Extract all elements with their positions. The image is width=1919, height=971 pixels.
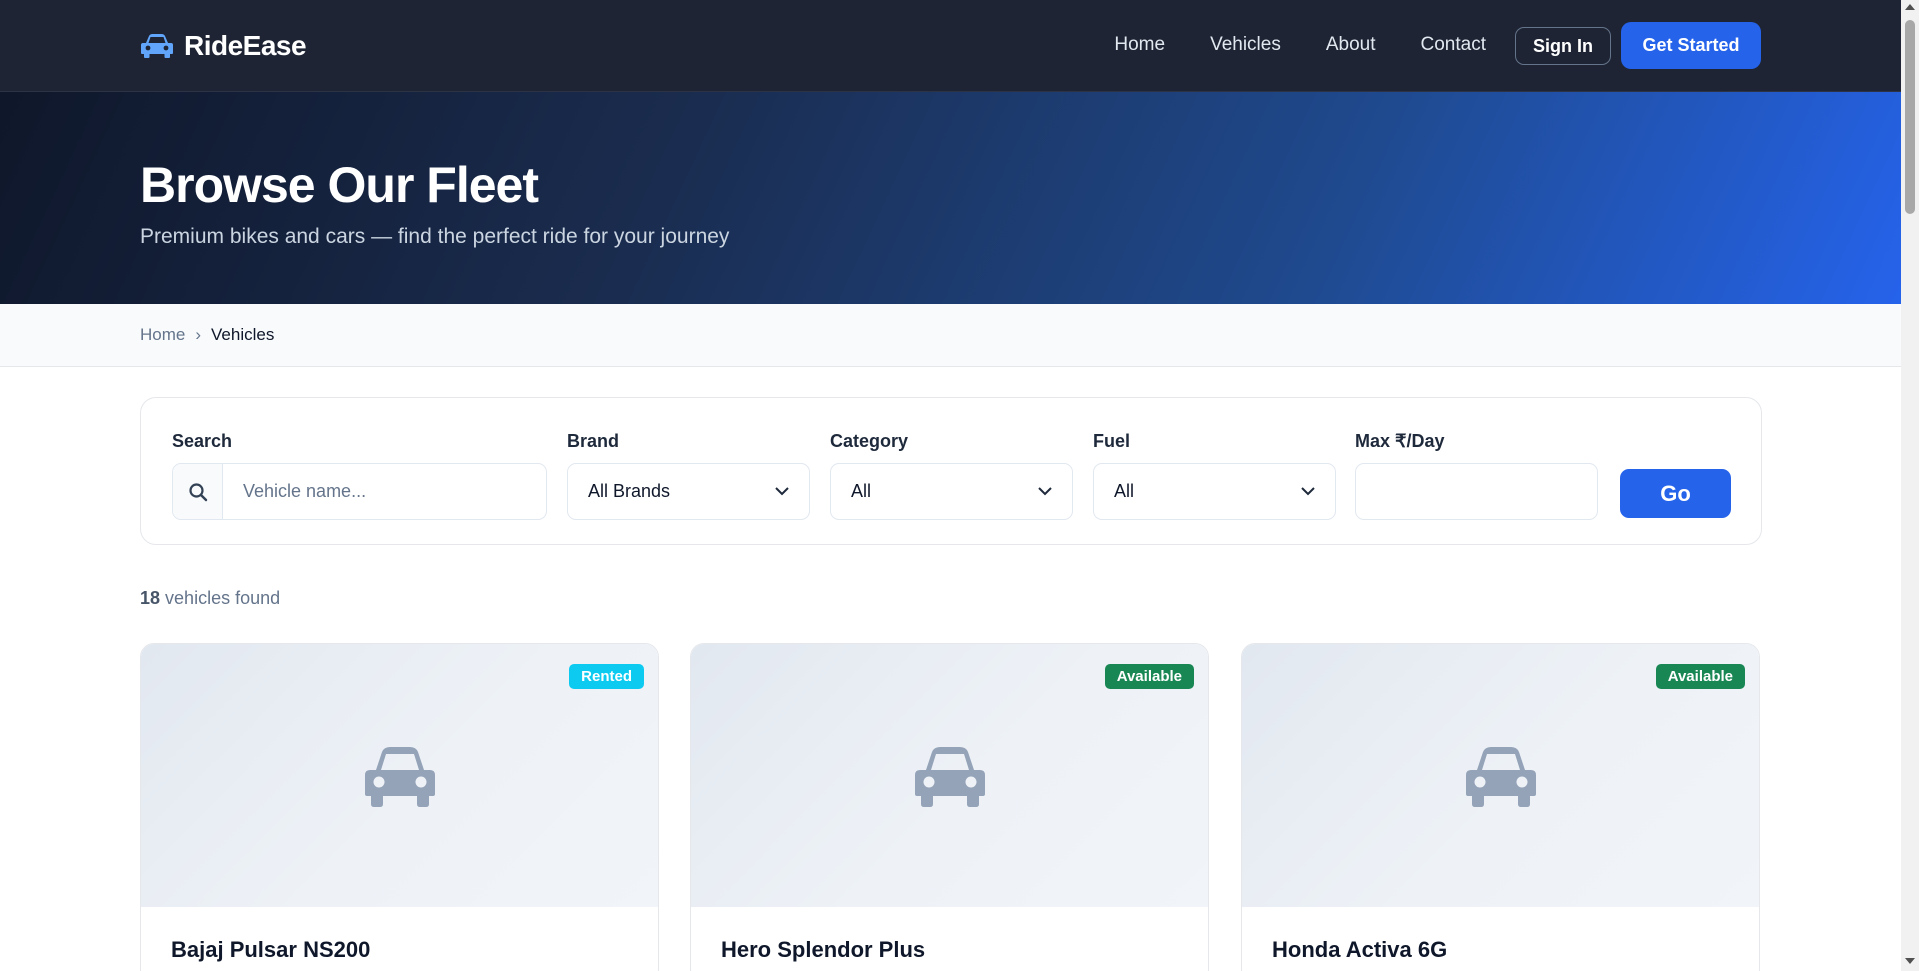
search-icon [188, 482, 207, 501]
scroll-down-arrow-icon[interactable] [1905, 958, 1915, 964]
nav-link-contact[interactable]: Contact [1421, 34, 1486, 56]
vehicle-image-placeholder: Rented [141, 644, 658, 907]
breadcrumb-bar: Home › Vehicles [0, 304, 1901, 367]
hero-banner: Browse Our Fleet Premium bikes and cars … [0, 92, 1901, 304]
chevron-down-icon [1301, 487, 1315, 496]
max-price-label: Max ₹/Day [1355, 431, 1445, 451]
search-label: Search [172, 431, 233, 451]
nav-link-home[interactable]: Home [1114, 34, 1165, 56]
search-icon-box [173, 464, 223, 519]
status-badge: Rented [569, 664, 644, 689]
breadcrumb-separator: › [195, 325, 202, 344]
category-select[interactable]: All [830, 463, 1073, 520]
scrollbar-thumb[interactable] [1905, 20, 1915, 214]
max-price-input[interactable] [1355, 463, 1598, 520]
nav-links: Home Vehicles About Contact [1114, 34, 1486, 56]
brand-label: Brand [567, 431, 620, 451]
breadcrumb: Home › Vehicles [140, 325, 274, 345]
vehicle-name: Honda Activa 6G [1272, 937, 1448, 962]
nav-link-vehicles[interactable]: Vehicles [1210, 34, 1281, 56]
page-scrollbar[interactable] [1901, 0, 1919, 971]
vehicle-image-placeholder: Available [1242, 644, 1759, 907]
results-count-label: vehicles found [165, 588, 281, 608]
vehicle-card[interactable]: Available Honda Activa 6G [1241, 643, 1760, 971]
brand-select-value: All Brands [588, 481, 671, 501]
results-count-number: 18 [140, 588, 161, 608]
vehicle-card[interactable]: Available Hero Splendor Plus [690, 643, 1209, 971]
breadcrumb-current: Vehicles [211, 325, 275, 344]
page-title: Browse Our Fleet [140, 157, 539, 213]
chevron-down-icon [1038, 487, 1052, 496]
vehicle-name: Bajaj Pulsar NS200 [171, 937, 371, 962]
car-icon [365, 747, 435, 807]
vehicle-name: Hero Splendor Plus [721, 937, 926, 962]
fuel-label: Fuel [1093, 431, 1131, 451]
page-subtitle: Premium bikes and cars — find the perfec… [140, 225, 730, 248]
go-button[interactable]: Go [1620, 469, 1731, 518]
car-icon [1466, 747, 1536, 807]
brand-name: RideEase [184, 30, 307, 61]
navbar: RideEase Home Vehicles About Contact Sig… [0, 0, 1901, 92]
status-badge: Available [1104, 664, 1194, 689]
get-started-button[interactable]: Get Started [1621, 22, 1761, 69]
scroll-up-arrow-icon[interactable] [1905, 4, 1915, 10]
vehicle-image-placeholder: Available [691, 644, 1208, 907]
search-input[interactable] [223, 464, 546, 519]
results-count: 18 vehicles found [140, 588, 280, 609]
filter-panel: Search Brand All Brands Category All [140, 397, 1762, 545]
sign-in-button[interactable]: Sign In [1515, 27, 1611, 65]
vehicle-card[interactable]: Rented Bajaj Pulsar NS200 [140, 643, 659, 971]
page: RideEase Home Vehicles About Contact Sig… [0, 0, 1901, 971]
car-icon [915, 747, 985, 807]
car-icon [141, 34, 173, 58]
nav-link-about[interactable]: About [1326, 34, 1376, 56]
breadcrumb-home-link[interactable]: Home [140, 325, 185, 345]
category-label: Category [830, 431, 909, 451]
fuel-select-value: All [1114, 481, 1135, 501]
fuel-select[interactable]: All [1093, 463, 1336, 520]
status-badge: Available [1655, 664, 1745, 689]
category-select-value: All [851, 481, 872, 501]
chevron-down-icon [775, 487, 789, 496]
brand-select[interactable]: All Brands [567, 463, 810, 520]
search-field [172, 463, 547, 520]
brand-logo[interactable]: RideEase [140, 30, 307, 62]
